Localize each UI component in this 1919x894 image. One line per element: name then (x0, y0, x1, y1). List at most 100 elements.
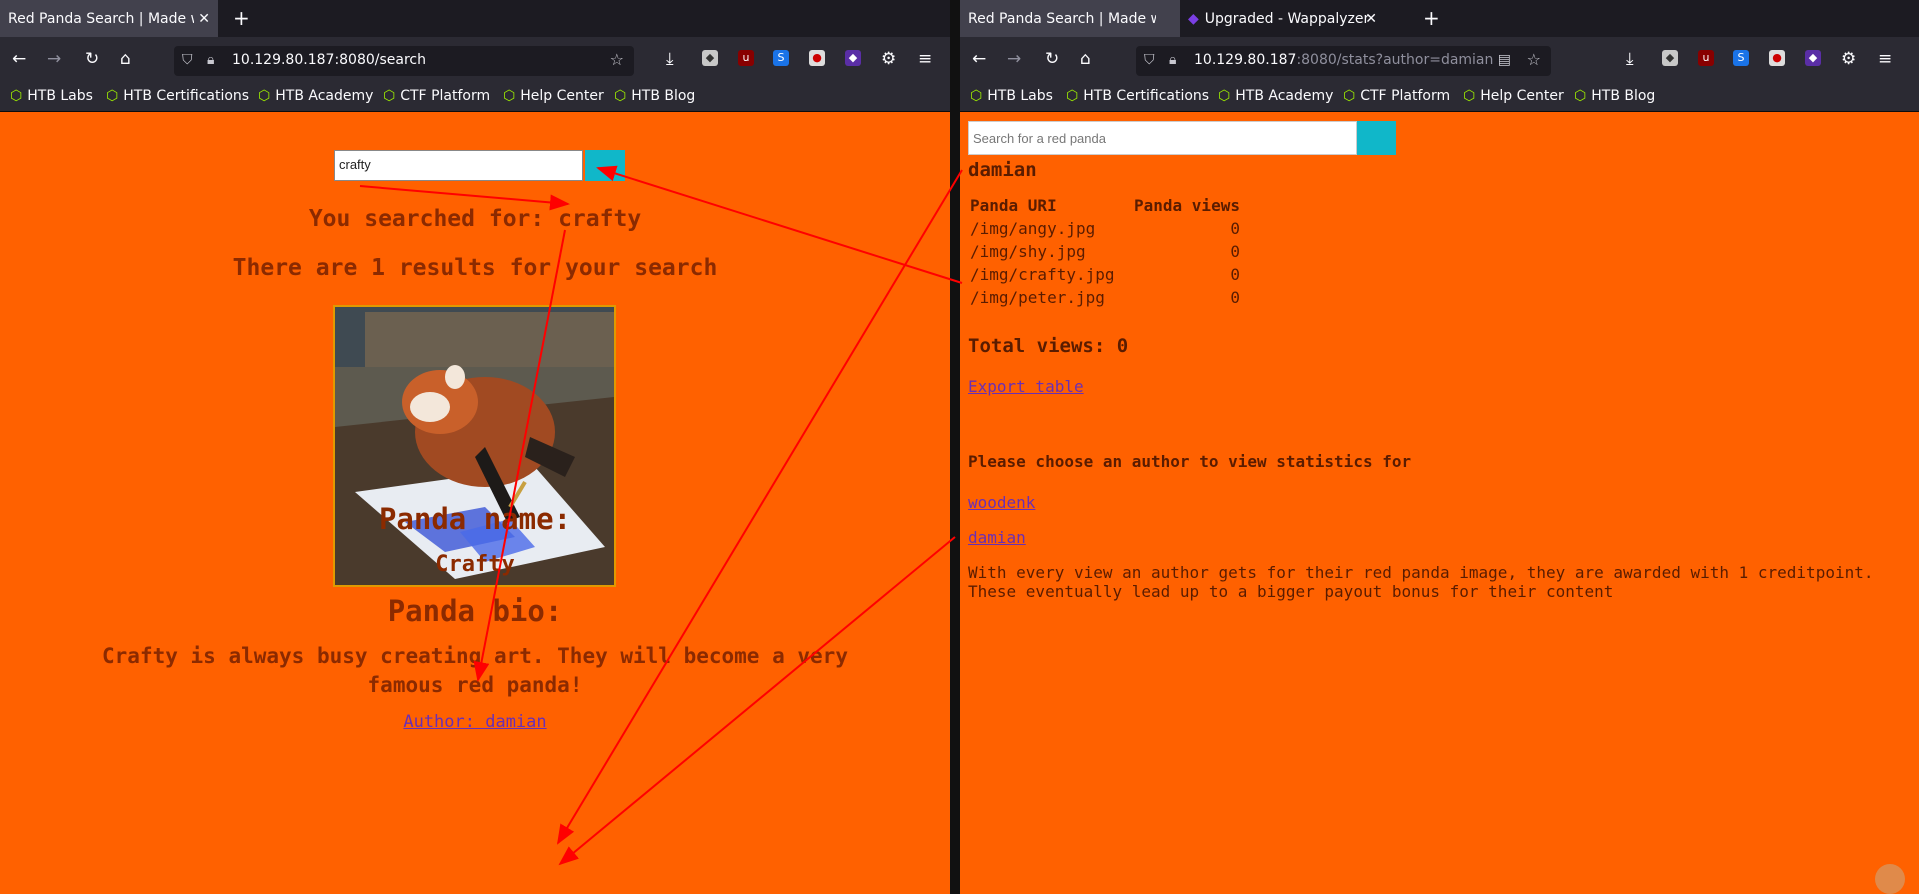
close-icon[interactable]: ✕ (1365, 11, 1377, 27)
author-link-damian[interactable]: damian (968, 528, 1026, 547)
menu-icon[interactable]: ≡ (918, 49, 932, 69)
panda-uri: /img/shy.jpg (970, 242, 1086, 261)
shield-icon[interactable]: ⛉ (1144, 52, 1155, 68)
extension-icon[interactable]: ◆ (702, 50, 718, 66)
wappalyzer-icon[interactable]: ◆ (1805, 50, 1821, 66)
cube-icon: ⬡ (503, 88, 516, 104)
cube-icon: ⬡ (10, 88, 23, 104)
bookmark-htb-blog[interactable]: ⬡ HTB Blog (1574, 88, 1655, 104)
cube-icon: ⬡ (1343, 88, 1356, 104)
author-link-woodenk[interactable]: woodenk (968, 493, 1035, 512)
red-panda-painting-image (335, 307, 614, 585)
tab-bar: Red Panda Search | Made wit ◆ Upgraded -… (960, 0, 1919, 37)
tab-red-panda-stats[interactable]: Red Panda Search | Made wit (960, 0, 1180, 37)
column-header-views: Panda views (1134, 196, 1240, 215)
panda-name: Crafty (435, 552, 515, 577)
cube-icon: ⬡ (1066, 88, 1079, 104)
url-bar[interactable]: ⛉ 🔒︎ 10.129.80.187:8080/search ☆ (174, 46, 634, 76)
bookmark-htb-labs[interactable]: ⬡ HTB Labs (970, 88, 1053, 104)
panda-bio-heading: Panda bio: (387, 594, 563, 628)
cube-icon: ⬡ (258, 88, 271, 104)
new-tab-icon[interactable]: + (1423, 6, 1440, 30)
bookmark-htb-academy[interactable]: ⬡ HTB Academy (258, 88, 373, 104)
search-input[interactable]: crafty (334, 150, 583, 181)
tab-title: Upgraded - Wappalyzer (1204, 10, 1370, 27)
search-input[interactable]: Search for a red panda (968, 121, 1357, 155)
panda-bio-line-2: famous red panda! (367, 673, 583, 697)
extension-icon[interactable]: ◆ (1662, 50, 1678, 66)
home-icon[interactable]: ⌂ (120, 49, 131, 69)
cookie-extension-icon[interactable]: ● (809, 50, 825, 66)
downloads-icon[interactable]: ⤓ (1626, 49, 1634, 69)
bookmark-help-center[interactable]: ⬡ Help Center (503, 88, 604, 104)
tab-title: Red Panda Search | Made wit (8, 10, 194, 27)
lock-icon[interactable]: 🔒︎ (207, 52, 214, 68)
table-header-row: Panda URI Panda views (968, 194, 1242, 217)
table-row: /img/shy.jpg 0 (968, 240, 1242, 263)
url-text[interactable]: 10.129.80.187:8080/search (232, 52, 426, 68)
reload-icon[interactable]: ↻ (1045, 49, 1059, 69)
downloads-icon[interactable]: ⤓ (666, 49, 674, 69)
panda-views: 0 (1230, 219, 1240, 238)
left-browser-window: Red Panda Search | Made wit ✕ + ← → ↻ ⌂ … (0, 0, 950, 894)
bookmark-ctf-platform[interactable]: ⬡ CTF Platform (1343, 88, 1450, 104)
right-browser-window: Red Panda Search | Made wit ◆ Upgraded -… (960, 0, 1919, 894)
bookmark-htb-blog[interactable]: ⬡ HTB Blog (614, 88, 695, 104)
cube-icon: ⬡ (1218, 88, 1231, 104)
lock-icon[interactable]: 🔒︎ (1169, 52, 1176, 68)
bookmark-help-center[interactable]: ⬡ Help Center (1463, 88, 1564, 104)
settings-icon[interactable]: ⚙ (1841, 49, 1856, 69)
wappalyzer-icon[interactable]: ◆ (845, 50, 861, 66)
settings-icon[interactable]: ⚙ (881, 49, 896, 69)
reload-icon[interactable]: ↻ (85, 49, 99, 69)
bookmark-htb-academy[interactable]: ⬡ HTB Academy (1218, 88, 1333, 104)
tab-wappalyzer[interactable]: ◆ Upgraded - Wappalyzer ✕ (1180, 0, 1385, 37)
panda-image[interactable] (333, 305, 616, 587)
search-button[interactable] (1357, 121, 1396, 155)
menu-icon[interactable]: ≡ (1878, 49, 1892, 69)
table-row: /img/peter.jpg 0 (968, 286, 1242, 309)
tab-red-panda-search[interactable]: Red Panda Search | Made wit ✕ (0, 0, 218, 37)
bookmark-htb-certifications[interactable]: ⬡ HTB Certifications (106, 88, 249, 104)
bookmark-star-icon[interactable]: ☆ (610, 50, 624, 69)
cube-icon: ⬡ (970, 88, 983, 104)
close-icon[interactable]: ✕ (198, 11, 210, 27)
extension-badge-icon[interactable] (1875, 864, 1905, 894)
ublock-icon[interactable]: u (738, 50, 754, 66)
wappalyzer-tab-icon: ◆ (1188, 10, 1199, 27)
panda-name-heading: Panda name: (378, 502, 572, 536)
results-count-heading: There are 1 results for your search (232, 255, 718, 281)
url-text[interactable]: 10.129.80.187:8080/stats?author=damian (1194, 52, 1493, 68)
table-row: /img/angy.jpg 0 (968, 217, 1242, 240)
shield-icon[interactable]: ⛉ (182, 52, 193, 68)
url-bar[interactable]: ⛉ 🔒︎ 10.129.80.187:8080/stats?author=dam… (1136, 46, 1551, 76)
bookmark-htb-certifications[interactable]: ⬡ HTB Certifications (1066, 88, 1209, 104)
reader-view-icon[interactable]: ▤ (1498, 52, 1511, 68)
panda-uri: /img/peter.jpg (970, 288, 1105, 307)
cube-icon: ⬡ (1463, 88, 1476, 104)
footer-line-2: These eventually lead up to a bigger pay… (968, 582, 1614, 601)
s-extension-icon[interactable]: S (773, 50, 789, 66)
ublock-icon[interactable]: u (1698, 50, 1714, 66)
cookie-extension-icon[interactable]: ● (1769, 50, 1785, 66)
search-button[interactable] (585, 150, 625, 181)
back-icon[interactable]: ← (972, 49, 986, 69)
home-icon[interactable]: ⌂ (1080, 49, 1091, 69)
footer-line-1: With every view an author gets for their… (968, 563, 1874, 582)
choose-author-heading: Please choose an author to view statisti… (968, 452, 1412, 471)
bookmark-htb-labs[interactable]: ⬡ HTB Labs (10, 88, 93, 104)
forward-icon[interactable]: → (47, 49, 61, 69)
searched-for-heading: You searched for: crafty (308, 206, 642, 232)
forward-icon[interactable]: → (1007, 49, 1021, 69)
panda-uri: /img/angy.jpg (970, 219, 1096, 238)
s-extension-icon[interactable]: S (1733, 50, 1749, 66)
export-table-link[interactable]: Export table (968, 377, 1084, 396)
bookmark-star-icon[interactable]: ☆ (1527, 50, 1541, 69)
bookmark-ctf-platform[interactable]: ⬡ CTF Platform (383, 88, 490, 104)
cube-icon: ⬡ (106, 88, 119, 104)
back-icon[interactable]: ← (12, 49, 26, 69)
author-link[interactable]: Author: damian (0, 712, 950, 732)
window-divider (950, 0, 960, 894)
cube-icon: ⬡ (614, 88, 627, 104)
new-tab-icon[interactable]: + (233, 6, 250, 30)
